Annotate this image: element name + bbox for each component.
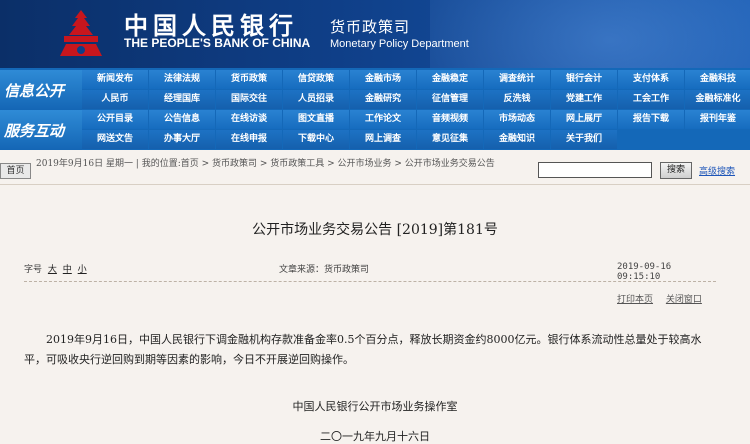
nav-item[interactable]: 金融研究 xyxy=(350,90,416,109)
article-datetime: 2019-09-16 09:15:10 xyxy=(617,262,672,282)
dept-name-cn: 货币政策司 xyxy=(330,18,411,36)
nav-item[interactable]: 音频视频 xyxy=(417,110,483,129)
nav-grid: 新闻发布 法律法规 货币政策 信贷政策 金融市场 金融稳定 调查统计 银行会计 支付体系 金融科技… xyxy=(82,70,750,150)
nav-item[interactable]: 在线访谈 xyxy=(216,110,282,129)
nav-item[interactable]: 办事大厅 xyxy=(149,130,215,149)
font-size-label: 字号 xyxy=(24,265,43,275)
nav-item[interactable]: 国际交往 xyxy=(216,90,282,109)
nav-item[interactable]: 网上调查 xyxy=(350,130,416,149)
divider xyxy=(24,281,716,282)
font-size-large[interactable]: 大 xyxy=(48,265,57,275)
nav-item[interactable]: 金融稳定 xyxy=(417,70,483,89)
nav-item[interactable]: 信贷政策 xyxy=(283,70,349,89)
article-signature: 中国人民银行公开市场业务操作室 xyxy=(292,400,458,413)
close-window-link[interactable]: 关闭窗口 xyxy=(666,295,702,305)
nav-item[interactable]: 银行会计 xyxy=(551,70,617,89)
dept-name-en: Monetary Policy Department xyxy=(330,38,469,50)
breadcrumb-bar: 首页 2019年9月16日 星期一 | 我的位置:首页 > 货币政策司 > 货币… xyxy=(0,156,750,185)
article-source: 文章来源：货币政策司 xyxy=(279,265,370,275)
section-info-public: 信息公开 xyxy=(0,70,82,110)
nav-item[interactable]: 金融科技 xyxy=(685,70,750,89)
search-input[interactable] xyxy=(538,162,652,178)
header-glow xyxy=(430,0,750,68)
nav-item[interactable]: 调查统计 xyxy=(484,70,550,89)
nav-item[interactable]: 经理国库 xyxy=(149,90,215,109)
font-size-small[interactable]: 小 xyxy=(78,265,87,275)
nav-row: 新闻发布 法律法规 货币政策 信贷政策 金融市场 金融稳定 调查统计 银行会计 支付体系 金融科技 xyxy=(82,70,750,89)
nav-item[interactable]: 下载中心 xyxy=(283,130,349,149)
advanced-search-link[interactable]: 高级搜索 xyxy=(699,164,735,177)
nav-item[interactable]: 金融知识 xyxy=(484,130,550,149)
nav-item[interactable]: 人员招录 xyxy=(283,90,349,109)
search-button[interactable]: 搜索 xyxy=(660,162,692,179)
nav-item[interactable]: 工会工作 xyxy=(618,90,684,109)
article-actions: 打印本页 关闭窗口 xyxy=(617,292,712,305)
nav-item[interactable]: 公开目录 xyxy=(82,110,148,129)
nav-item[interactable]: 报刊年鉴 xyxy=(685,110,750,129)
nav-row: 公开目录 公告信息 在线访谈 图文直播 工作论文 音频视频 市场动态 网上展厅 报告下载 报刊年鉴 xyxy=(82,110,750,129)
nav-item[interactable]: 货币政策 xyxy=(216,70,282,89)
home-button[interactable]: 首页 xyxy=(0,163,31,179)
article-title: 公开市场业务交易公告 [2019]第181号 xyxy=(252,222,498,238)
nav-item[interactable]: 支付体系 xyxy=(618,70,684,89)
font-size-medium[interactable]: 中 xyxy=(63,265,72,275)
nav-row: 网送文告 办事大厅 在线申报 下载中心 网上调查 意见征集 金融知识 关于我们 xyxy=(82,130,750,149)
bank-name-en: THE PEOPLE'S BANK OF CHINA xyxy=(124,36,311,50)
section-service-interaction: 服务互动 xyxy=(0,110,82,150)
nav-item[interactable]: 金融标准化 xyxy=(685,90,750,109)
nav-item[interactable]: 图文直播 xyxy=(283,110,349,129)
nav-item[interactable]: 公告信息 xyxy=(149,110,215,129)
nav-item[interactable]: 新闻发布 xyxy=(82,70,148,89)
nav-item[interactable]: 关于我们 xyxy=(551,130,617,149)
nav-item[interactable]: 市场动态 xyxy=(484,110,550,129)
nav-item[interactable]: 网送文告 xyxy=(82,130,148,149)
nav-item[interactable]: 人民币 xyxy=(82,90,148,109)
nav-item[interactable]: 金融市场 xyxy=(350,70,416,89)
nav-item[interactable]: 工作论文 xyxy=(350,110,416,129)
nav-item[interactable]: 反洗钱 xyxy=(484,90,550,109)
nav-item[interactable]: 在线申报 xyxy=(216,130,282,149)
main-nav: 信息公开 服务互动 新闻发布 法律法规 货币政策 信贷政策 金融市场 金融稳定 调查统计 银行… xyxy=(0,68,750,150)
nav-item[interactable]: 法律法规 xyxy=(149,70,215,89)
article-meta: 字号 大 中 小 文章来源：货币政策司 2019-09-16 09:15:10 xyxy=(24,262,714,282)
nav-item[interactable]: 党建工作 xyxy=(551,90,617,109)
article-body: 2019年9月16日，中国人民银行下调金融机构存款准备金率0.5个百分点，释放长… xyxy=(24,333,702,366)
nav-item[interactable]: 意见征集 xyxy=(417,130,483,149)
nav-item[interactable]: 征信管理 xyxy=(417,90,483,109)
breadcrumb: 2019年9月16日 星期一 | 我的位置:首页 > 货币政策司 > 货币政策工… xyxy=(36,159,495,169)
site-header: 中国人民银行 THE PEOPLE'S BANK OF CHINA 货币政策司 … xyxy=(0,0,750,68)
nav-item[interactable]: 网上展厅 xyxy=(551,110,617,129)
nav-row: 人民币 经理国库 国际交往 人员招录 金融研究 征信管理 反洗钱 党建工作 工会工作 金融标准化 xyxy=(82,90,750,109)
font-size-control: 字号 大 中 小 xyxy=(24,262,87,275)
pboc-logo-icon xyxy=(60,10,102,56)
print-page-link[interactable]: 打印本页 xyxy=(617,295,653,305)
nav-item[interactable]: 报告下载 xyxy=(618,110,684,129)
